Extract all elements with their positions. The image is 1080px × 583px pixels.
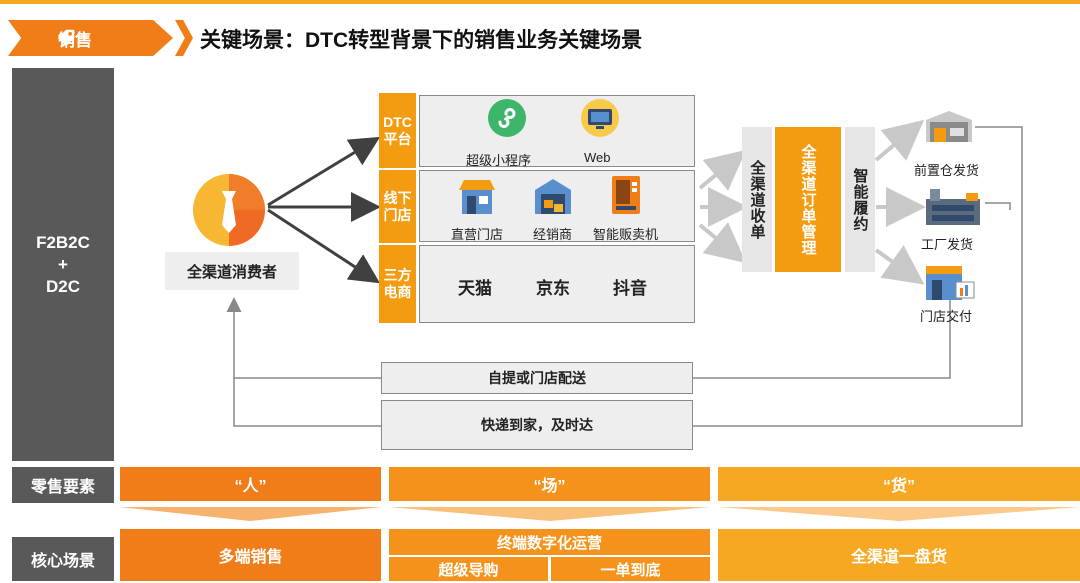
offline-item-vending: 智能贩卖机 bbox=[593, 227, 659, 242]
dtc-item-web: Web bbox=[584, 150, 611, 165]
element-goods: “货” bbox=[718, 467, 1080, 501]
ecom-item-douyin: 抖音 bbox=[613, 279, 647, 298]
warehouse-store: 门店交付 bbox=[920, 309, 973, 324]
dtc-item-mini-program: 超级小程序 bbox=[466, 153, 532, 168]
core-scenarios-label: 核心场景 bbox=[12, 537, 114, 581]
store-delivery-icon bbox=[926, 266, 975, 300]
offline-item-distributor: 经销商 bbox=[533, 227, 573, 242]
ecom-item-jd: 京东 bbox=[536, 279, 570, 298]
mini-program-icon bbox=[488, 99, 526, 137]
down-chevrons bbox=[120, 507, 1080, 521]
scenario-multi-end-sales: 多端销售 bbox=[120, 529, 381, 581]
scenario-terminal-ops: 终端数字化运营 bbox=[389, 529, 710, 555]
front-warehouse-icon bbox=[926, 111, 972, 142]
web-icon bbox=[581, 99, 619, 137]
scenario-super-guide: 超级导购 bbox=[389, 557, 548, 581]
store-icon bbox=[459, 180, 495, 214]
delivery-pickup: 自提或门店配送 bbox=[381, 362, 693, 394]
omnichannel-order-mgmt: 全渠道订单管理 bbox=[775, 127, 841, 272]
consumer-box: 全渠道消费者 bbox=[165, 252, 299, 290]
scenario-omni-inventory: 全渠道一盘货 bbox=[718, 529, 1080, 581]
channel-ecom-label: 三方电商 bbox=[379, 245, 416, 323]
smart-fulfillment: 智能履约 bbox=[845, 127, 875, 272]
consumer-icon bbox=[193, 174, 265, 246]
delivery-express: 快递到家，及时达 bbox=[381, 400, 693, 450]
retail-elements-label: 零售要素 bbox=[12, 467, 114, 503]
element-people: “人” bbox=[120, 467, 381, 501]
vending-machine-icon bbox=[612, 176, 640, 214]
channel-offline-label: 线下门店 bbox=[379, 170, 416, 243]
element-place: “场” bbox=[389, 467, 710, 501]
warehouse-factory: 工厂发货 bbox=[921, 237, 974, 252]
warehouse-front: 前置仓发货 bbox=[914, 163, 980, 178]
factory-icon bbox=[926, 189, 980, 225]
channel-dtc-box bbox=[419, 95, 695, 167]
ecom-item-tmall: 天猫 bbox=[458, 279, 492, 298]
scenario-one-order: 一单到底 bbox=[551, 557, 710, 581]
omnichannel-collect: 全渠道收单 bbox=[742, 127, 772, 272]
consumer-label: 全渠道消费者 bbox=[186, 263, 277, 281]
offline-item-direct-store: 直营门店 bbox=[451, 227, 504, 242]
channel-dtc-label: DTC平台 bbox=[379, 93, 416, 168]
distributor-icon bbox=[535, 179, 571, 214]
